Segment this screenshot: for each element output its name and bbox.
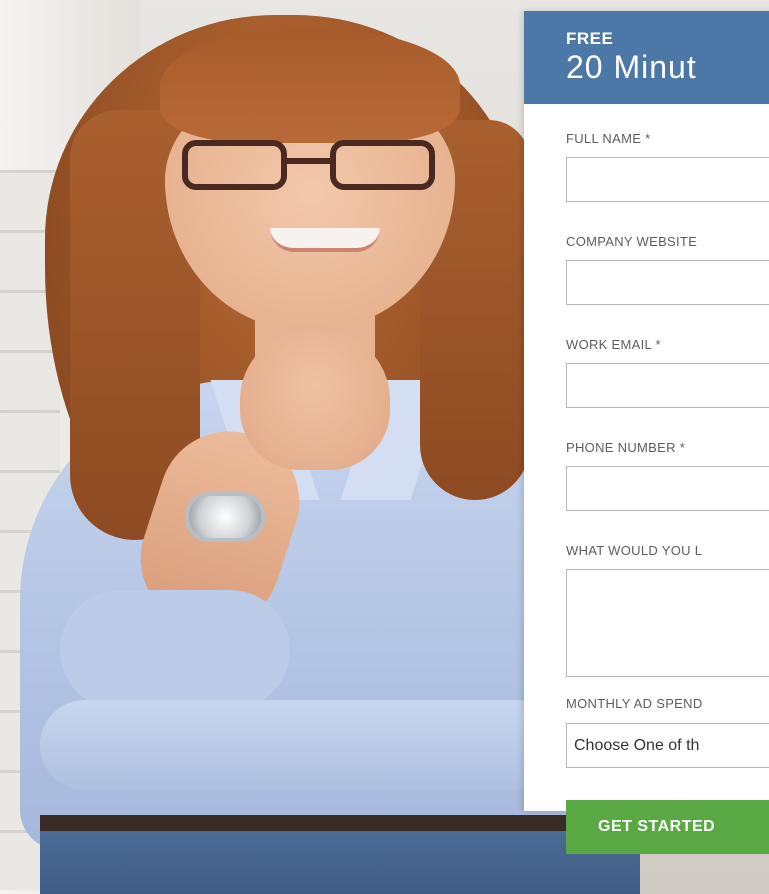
header-title: 20 Minut xyxy=(566,49,697,85)
header-kicker: FREE xyxy=(566,29,614,48)
full-name-input[interactable] xyxy=(566,157,769,202)
hand xyxy=(240,330,390,470)
glasses-bridge xyxy=(285,158,333,164)
ad-spend-label: MONTHLY AD SPEND xyxy=(566,696,703,711)
message-textarea[interactable] xyxy=(566,569,769,677)
glasses-lens-left xyxy=(182,140,287,190)
glasses-lens-right xyxy=(330,140,435,190)
message-label: WHAT WOULD YOU L xyxy=(566,543,703,558)
consultation-form: FREE 20 Minut FULL NAME * COMPANY WEBSIT… xyxy=(524,11,769,854)
company-website-input[interactable] xyxy=(566,260,769,305)
smile xyxy=(270,228,380,252)
full-name-label: FULL NAME * xyxy=(566,131,651,146)
ad-spend-select[interactable]: Choose One of th xyxy=(566,723,769,768)
company-website-label: COMPANY WEBSITE xyxy=(566,234,698,249)
form-header: FREE 20 Minut xyxy=(524,11,769,104)
work-email-label: WORK EMAIL * xyxy=(566,337,661,352)
work-email-input[interactable] xyxy=(566,363,769,408)
phone-number-label: PHONE NUMBER * xyxy=(566,440,686,455)
phone-number-input[interactable] xyxy=(566,466,769,511)
form-body: FULL NAME * COMPANY WEBSITE WORK EMAIL *… xyxy=(524,104,769,854)
ad-spend-selected-value: Choose One of th xyxy=(574,736,700,754)
crossed-arm xyxy=(40,700,560,790)
bangs xyxy=(160,28,460,143)
watch-icon xyxy=(185,492,265,542)
sleeve xyxy=(60,590,290,710)
get-started-button[interactable]: GET STARTED xyxy=(566,800,769,854)
